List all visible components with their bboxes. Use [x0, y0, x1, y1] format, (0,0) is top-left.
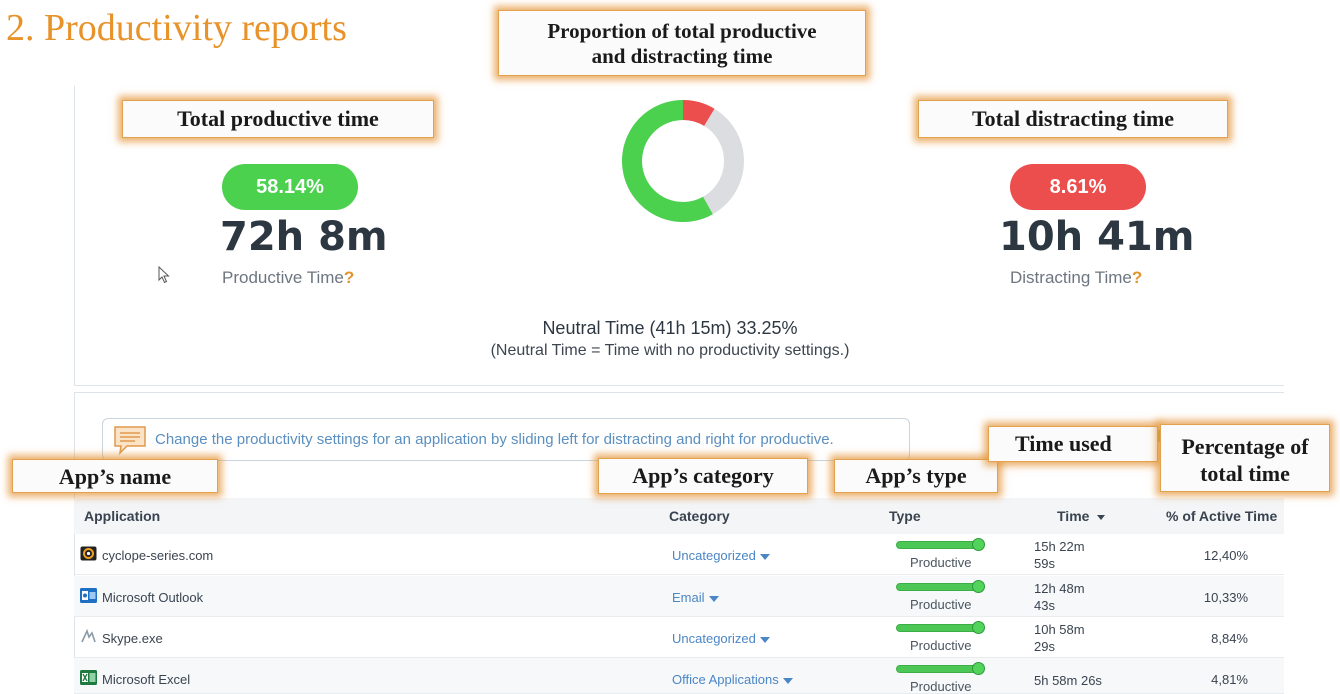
distracting-help-icon[interactable]: ? — [1132, 268, 1142, 287]
productivity-slider[interactable] — [896, 621, 986, 634]
callout-percentage-line2: total time — [1200, 461, 1290, 486]
time-used-line2: 43s — [1034, 598, 1055, 613]
callout-app-category: App’s category — [598, 458, 808, 494]
productive-time-label: Productive Time? — [222, 268, 354, 288]
table-row[interactable]: Microsoft Outlook Email Productive 12h 4… — [74, 576, 1284, 617]
time-used: 12h 48m 43s — [1034, 580, 1085, 614]
column-header-percent[interactable]: % of Active Time — [1166, 508, 1277, 524]
time-used-line2: 59s — [1034, 556, 1055, 571]
callout-percentage: Percentage of total time — [1160, 424, 1330, 492]
app-name: Microsoft Excel — [102, 672, 191, 687]
time-used-line1: 10h 58m — [1034, 622, 1085, 637]
speech-bubble-icon — [114, 425, 146, 455]
slider-handle[interactable] — [972, 580, 985, 593]
type-label: Productive — [910, 679, 972, 694]
table-row[interactable]: Microsoft Excel Office Applications Prod… — [74, 658, 1284, 694]
distracting-time-label: Distracting Time? — [1010, 268, 1142, 288]
slider-handle[interactable] — [972, 662, 985, 675]
column-header-category[interactable]: Category — [669, 508, 730, 524]
callout-proportion: Proportion of total productive and distr… — [498, 10, 866, 76]
productive-percent-badge: 58.14% — [222, 164, 358, 210]
callout-percentage-line1: Percentage of — [1181, 434, 1309, 459]
type-label: Productive — [910, 555, 972, 570]
skype-icon — [81, 629, 96, 643]
active-time-percent: 8,84% — [1211, 631, 1248, 646]
callout-time-used: Time used — [988, 426, 1158, 462]
time-used: 5h 58m 26s — [1034, 672, 1102, 689]
neutral-time-summary: Neutral Time (41h 15m) 33.25% — [542, 318, 798, 338]
column-header-type[interactable]: Type — [889, 508, 921, 524]
productive-time-value: 72h 8m — [220, 214, 388, 260]
callout-app-name: App’s name — [12, 459, 218, 493]
productivity-hint-box: Change the productivity settings for an … — [102, 418, 910, 461]
table-header: Application Category Type Time % of Acti… — [74, 498, 1284, 534]
mouse-cursor-icon — [158, 266, 170, 284]
time-used-line2: 29s — [1034, 639, 1055, 654]
category-value: Office Applications — [672, 672, 779, 687]
time-used: 15h 22m 59s — [1034, 538, 1085, 572]
distracting-time-value: 10h 41m — [999, 214, 1195, 260]
time-used-line1: 5h 58m 26s — [1034, 673, 1102, 688]
table-row[interactable]: Skype.exe Uncategorized Productive 10h 5… — [74, 617, 1284, 658]
slider-handle[interactable] — [972, 538, 985, 551]
chevron-down-icon — [759, 553, 770, 560]
productivity-hint-text: Change the productivity settings for an … — [155, 431, 834, 448]
callout-proportion-line1: Proportion of total productive — [547, 19, 817, 43]
time-used: 10h 58m 29s — [1034, 621, 1085, 655]
slider-handle[interactable] — [972, 621, 985, 634]
column-header-time[interactable]: Time — [1057, 508, 1106, 524]
type-label: Productive — [910, 597, 972, 612]
column-header-application[interactable]: Application — [84, 508, 160, 524]
sort-descending-icon — [1097, 514, 1106, 520]
category-value: Uncategorized — [672, 631, 756, 646]
app-name: cyclope-series.com — [102, 548, 214, 563]
time-used-line1: 12h 48m — [1034, 581, 1085, 596]
slider-track — [896, 583, 978, 591]
productive-time-label-text: Productive Time — [222, 268, 344, 287]
neutral-time-note: (Neutral Time = Time with no productivit… — [490, 342, 850, 359]
productivity-donut-chart — [622, 100, 744, 222]
active-time-percent: 10,33% — [1203, 590, 1248, 605]
column-header-time-label: Time — [1057, 508, 1090, 524]
slide-title: 2. Productivity reports — [6, 7, 347, 49]
chevron-down-icon — [759, 636, 770, 643]
category-value: Email — [672, 590, 705, 605]
slider-track — [896, 624, 978, 632]
category-value: Uncategorized — [672, 548, 756, 563]
callout-total-productive: Total productive time — [122, 100, 434, 138]
slider-track — [896, 541, 978, 549]
active-time-percent: 12,40% — [1203, 548, 1248, 563]
time-used-line1: 15h 22m — [1034, 539, 1085, 554]
table-row[interactable]: cyclope-series.com Uncategorized Product… — [74, 534, 1284, 575]
callout-app-type: App’s type — [834, 459, 998, 493]
outlook-icon — [80, 588, 97, 603]
category-dropdown[interactable]: Office Applications — [672, 672, 793, 687]
productivity-slider[interactable] — [896, 662, 986, 675]
chevron-down-icon — [782, 677, 793, 684]
category-dropdown[interactable]: Uncategorized — [672, 631, 770, 646]
app-name: Skype.exe — [102, 631, 163, 646]
distracting-percent-badge: 8.61% — [1010, 164, 1146, 210]
app-name: Microsoft Outlook — [102, 590, 204, 605]
category-dropdown[interactable]: Email — [672, 590, 719, 605]
active-time-percent: 4,81% — [1211, 672, 1248, 687]
excel-icon — [80, 670, 97, 685]
callout-proportion-line2: and distracting time — [591, 44, 773, 68]
productivity-slider[interactable] — [896, 538, 986, 551]
category-dropdown[interactable]: Uncategorized — [672, 548, 770, 563]
callout-total-distracting: Total distracting time — [918, 100, 1228, 138]
productive-help-icon[interactable]: ? — [344, 268, 354, 287]
slider-track — [896, 665, 978, 673]
type-label: Productive — [910, 638, 972, 653]
productivity-slider[interactable] — [896, 580, 986, 593]
website-icon — [80, 546, 97, 561]
distracting-time-label-text: Distracting Time — [1010, 268, 1132, 287]
chevron-down-icon — [708, 595, 719, 602]
